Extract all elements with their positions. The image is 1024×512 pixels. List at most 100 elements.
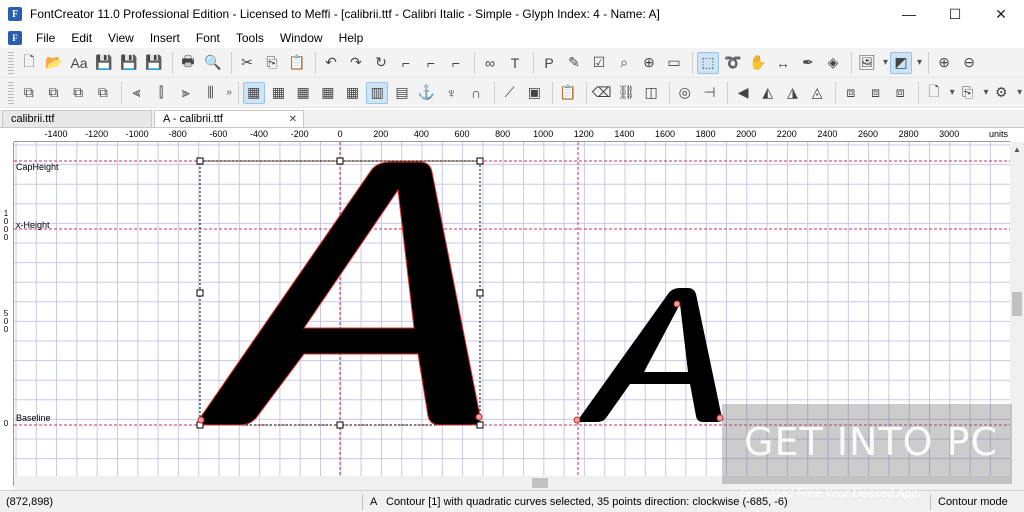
minimize-button[interactable]: — — [886, 0, 932, 28]
clipboard-check-icon[interactable]: 📋 — [557, 82, 579, 104]
flip-vertical-icon[interactable]: ◮ — [782, 82, 804, 104]
open-font-icon[interactable]: 📂 — [43, 52, 65, 74]
menu-window[interactable]: Window — [272, 31, 331, 45]
grid-snap-icon[interactable]: ▤ — [391, 82, 413, 104]
combine-icon[interactable]: ⧉ — [18, 82, 40, 104]
grid-curves-icon[interactable]: ▦ — [317, 82, 339, 104]
selection-handle[interactable] — [476, 289, 484, 297]
flip-horizontal-icon[interactable]: ◭ — [757, 82, 779, 104]
tab-glyph-a[interactable]: A - calibrii.ttf ✕ — [154, 110, 304, 127]
menu-file[interactable]: File — [28, 31, 63, 45]
refresh-icon[interactable]: ↻ — [370, 52, 392, 74]
undo-icon[interactable]: ↶ — [320, 52, 342, 74]
arrange-icon[interactable]: ⧉ — [67, 82, 89, 104]
anchor-icon[interactable]: ⚓ — [416, 82, 438, 104]
close-window-button[interactable]: ✕ — [978, 0, 1024, 28]
monitor-preview-icon[interactable]: ▭ — [663, 52, 685, 74]
zoom-out-icon[interactable]: ⊖ — [958, 52, 980, 74]
fill-icon[interactable]: ◈ — [822, 52, 844, 74]
web-preview-icon[interactable]: ⊕ — [638, 52, 660, 74]
eraser-icon[interactable]: ⌫ — [591, 82, 613, 104]
flip-left-icon[interactable]: ◀ — [732, 82, 754, 104]
grid-icon[interactable]: ▦ — [242, 81, 265, 104]
contour-point[interactable] — [475, 413, 483, 421]
close-tab-icon[interactable]: ✕ — [289, 114, 297, 125]
link-icon[interactable]: ∞ — [479, 52, 501, 74]
save-icon[interactable]: 💾 — [93, 52, 115, 74]
distribute-icon[interactable]: ⫼ — [200, 82, 222, 104]
menu-font[interactable]: Font — [188, 31, 228, 45]
selection-handle[interactable] — [196, 157, 204, 165]
menu-help[interactable]: Help — [331, 31, 372, 45]
glyph-search-icon[interactable]: ⌕ — [613, 52, 635, 74]
selection-handle[interactable] — [476, 157, 484, 165]
grid-points-icon[interactable]: ▦ — [268, 82, 290, 104]
maximize-button[interactable]: ☐ — [932, 0, 978, 28]
contour-point[interactable] — [673, 300, 681, 308]
rectangle-select-icon[interactable]: ⬚ — [697, 51, 719, 74]
grid-lines-icon[interactable]: ▦ — [292, 82, 314, 104]
menu-tools[interactable]: Tools — [228, 31, 272, 45]
glyph-metrics-icon[interactable]: ⌐ — [445, 52, 467, 74]
selection-handle[interactable] — [476, 421, 484, 429]
align-center-icon[interactable]: ⫿ — [150, 82, 172, 104]
options-icon[interactable]: ⚙ — [990, 82, 1012, 104]
subtract-icon[interactable]: ⧈ — [889, 82, 911, 104]
paste-icon[interactable]: 📋 — [286, 52, 308, 74]
glyph-transform-icon[interactable]: ⌐ — [420, 52, 442, 74]
validate-icon[interactable]: ☑ — [588, 52, 610, 74]
save-as-icon[interactable]: 💾 — [143, 52, 165, 74]
grid-columns-icon[interactable]: ▥ — [366, 81, 389, 104]
chevron-down-icon[interactable]: ▾ — [983, 87, 988, 98]
glyph-box-icon[interactable]: ◫ — [640, 82, 662, 104]
metrics-icon[interactable]: ⊣ — [699, 82, 721, 104]
lasso-icon[interactable]: ➰ — [722, 52, 744, 74]
toolbar-grip[interactable] — [8, 81, 14, 104]
image-preview-icon[interactable]: 🖼 — [856, 52, 878, 74]
menu-view[interactable]: View — [100, 31, 142, 45]
pen-tool-icon[interactable]: ✒ — [797, 52, 819, 74]
union-icon[interactable]: ⧈ — [840, 82, 862, 104]
glyph-outline-icon[interactable]: ⌐ — [395, 52, 417, 74]
document-menu-icon[interactable]: F — [8, 31, 22, 45]
fontcreator-app-icon[interactable]: F — [8, 7, 22, 21]
cut-icon[interactable]: ✂ — [236, 52, 258, 74]
selection-handle[interactable] — [336, 421, 344, 429]
print-icon[interactable]: 🖶 — [177, 52, 199, 74]
intersect-icon[interactable]: ⧈ — [865, 82, 887, 104]
properties-icon[interactable]: P — [538, 52, 560, 74]
edit-doc-icon[interactable]: ✎ — [563, 52, 585, 74]
menu-insert[interactable]: Insert — [142, 31, 188, 45]
new-font-icon[interactable]: 🗋 — [18, 52, 40, 74]
horizontal-scroll-thumb[interactable] — [532, 478, 548, 488]
text-tool-icon[interactable]: T — [504, 52, 526, 74]
zoom-in-icon[interactable]: ⊕ — [933, 52, 955, 74]
align-left-icon[interactable]: ⫷ — [126, 82, 148, 104]
magnet-icon[interactable]: ∩ — [465, 82, 487, 104]
vertical-scroll-thumb[interactable] — [1012, 292, 1022, 316]
font-preview-icon[interactable]: Aa — [68, 52, 90, 74]
contour-point[interactable] — [573, 416, 581, 424]
copy-icon[interactable]: ⎘ — [261, 52, 283, 74]
menu-edit[interactable]: Edit — [63, 31, 100, 45]
selection-handle[interactable] — [336, 157, 344, 165]
contour-point[interactable] — [197, 416, 205, 424]
toolbar-grip[interactable] — [8, 51, 14, 74]
hand-tool-icon[interactable]: ✋ — [747, 52, 769, 74]
insert-glyph-icon[interactable]: ⎘ — [957, 82, 979, 104]
tab-font-calibrii[interactable]: calibrii.ttf — [2, 110, 152, 127]
chevron-down-icon[interactable]: ▾ — [1017, 87, 1022, 98]
align-right-icon[interactable]: ⫸ — [175, 82, 197, 104]
contour-tool-icon[interactable]: ▣ — [524, 82, 546, 104]
group-icon[interactable]: ⧉ — [92, 82, 114, 104]
chevron-down-icon[interactable]: ▾ — [917, 57, 922, 68]
split-icon[interactable]: ⧉ — [43, 82, 65, 104]
find-icon[interactable]: 🔍 — [202, 52, 224, 74]
scroll-up-icon[interactable]: ▲ — [1010, 142, 1024, 156]
link-points-icon[interactable]: ⛓ — [616, 82, 638, 104]
vertical-scrollbar[interactable]: ▲ — [1010, 142, 1024, 490]
selection-handle[interactable] — [196, 289, 204, 297]
kerning-icon[interactable]: ◎ — [674, 82, 696, 104]
hint-icon[interactable]: ♆ — [440, 82, 462, 104]
rotate-icon[interactable]: ◬ — [806, 82, 828, 104]
